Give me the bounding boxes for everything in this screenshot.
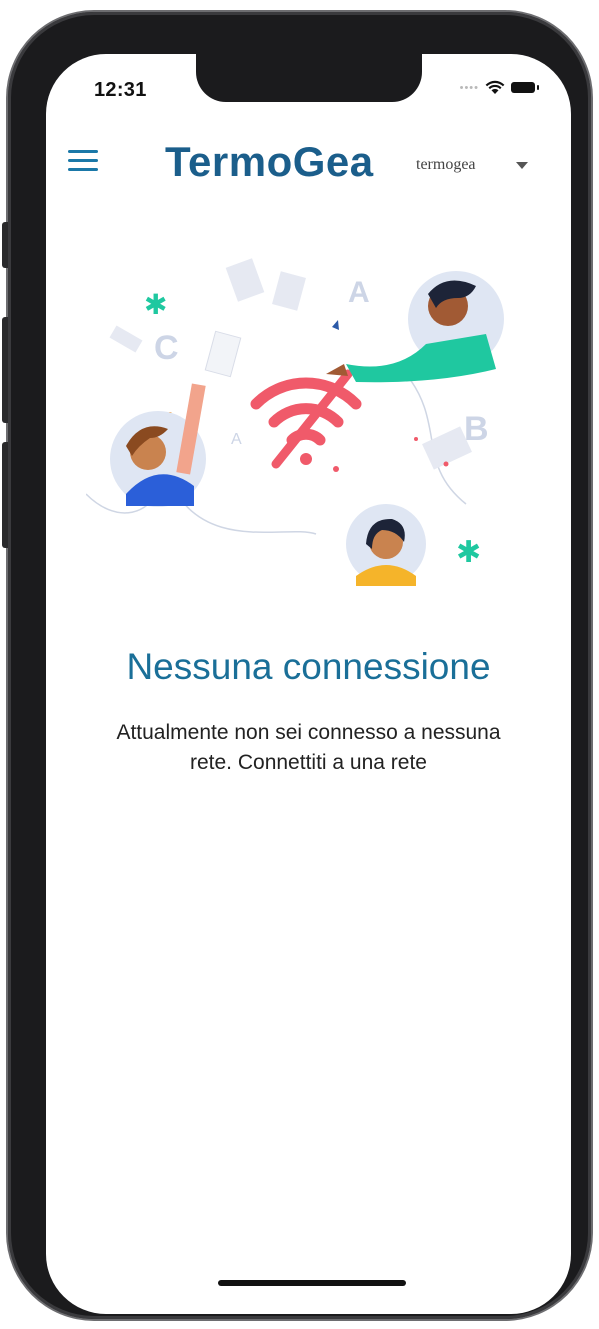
page-title: Nessuna connessione xyxy=(126,646,491,687)
chevron-down-icon xyxy=(515,161,528,169)
wifi-icon xyxy=(485,80,505,94)
account-name: termogea xyxy=(416,156,476,173)
mute-switch xyxy=(2,222,8,268)
status-time: 12:31 xyxy=(94,79,147,101)
phone-frame: 12:31 •••• TermoGea termogea A B C A ✱ ✱… xyxy=(2,12,591,1319)
volume-up-button xyxy=(2,317,8,423)
leaf-icon-top: ✱ xyxy=(144,288,167,321)
wifi-off-icon xyxy=(250,369,362,469)
menu-button[interactable] xyxy=(68,150,98,174)
account-selector[interactable]: termogea xyxy=(416,156,528,174)
screen: 12:31 •••• TermoGea termogea A B C A ✱ ✱… xyxy=(46,54,571,1314)
letter-c: C xyxy=(154,329,179,367)
letter-b: B xyxy=(464,410,489,448)
notch xyxy=(196,54,422,102)
leaf-icon-bottom: ✱ xyxy=(456,535,481,570)
volume-down-button xyxy=(2,442,8,548)
menu-icon xyxy=(68,150,98,153)
letter-a-top: A xyxy=(348,276,370,309)
status-message: Attualmente non sei connesso a nessuna r… xyxy=(116,721,501,774)
home-indicator[interactable] xyxy=(218,1280,406,1286)
person-bottom-avatar xyxy=(346,504,426,586)
person-left-avatar xyxy=(110,383,206,507)
app-logo: TermoGea xyxy=(165,138,374,185)
signal-icon: •••• xyxy=(459,81,479,94)
battery-icon xyxy=(511,82,539,93)
no-connection-illustration: A B C A ✱ ✱ xyxy=(86,258,504,586)
status-icons: •••• xyxy=(459,80,539,95)
letter-a-small: A xyxy=(231,431,242,448)
